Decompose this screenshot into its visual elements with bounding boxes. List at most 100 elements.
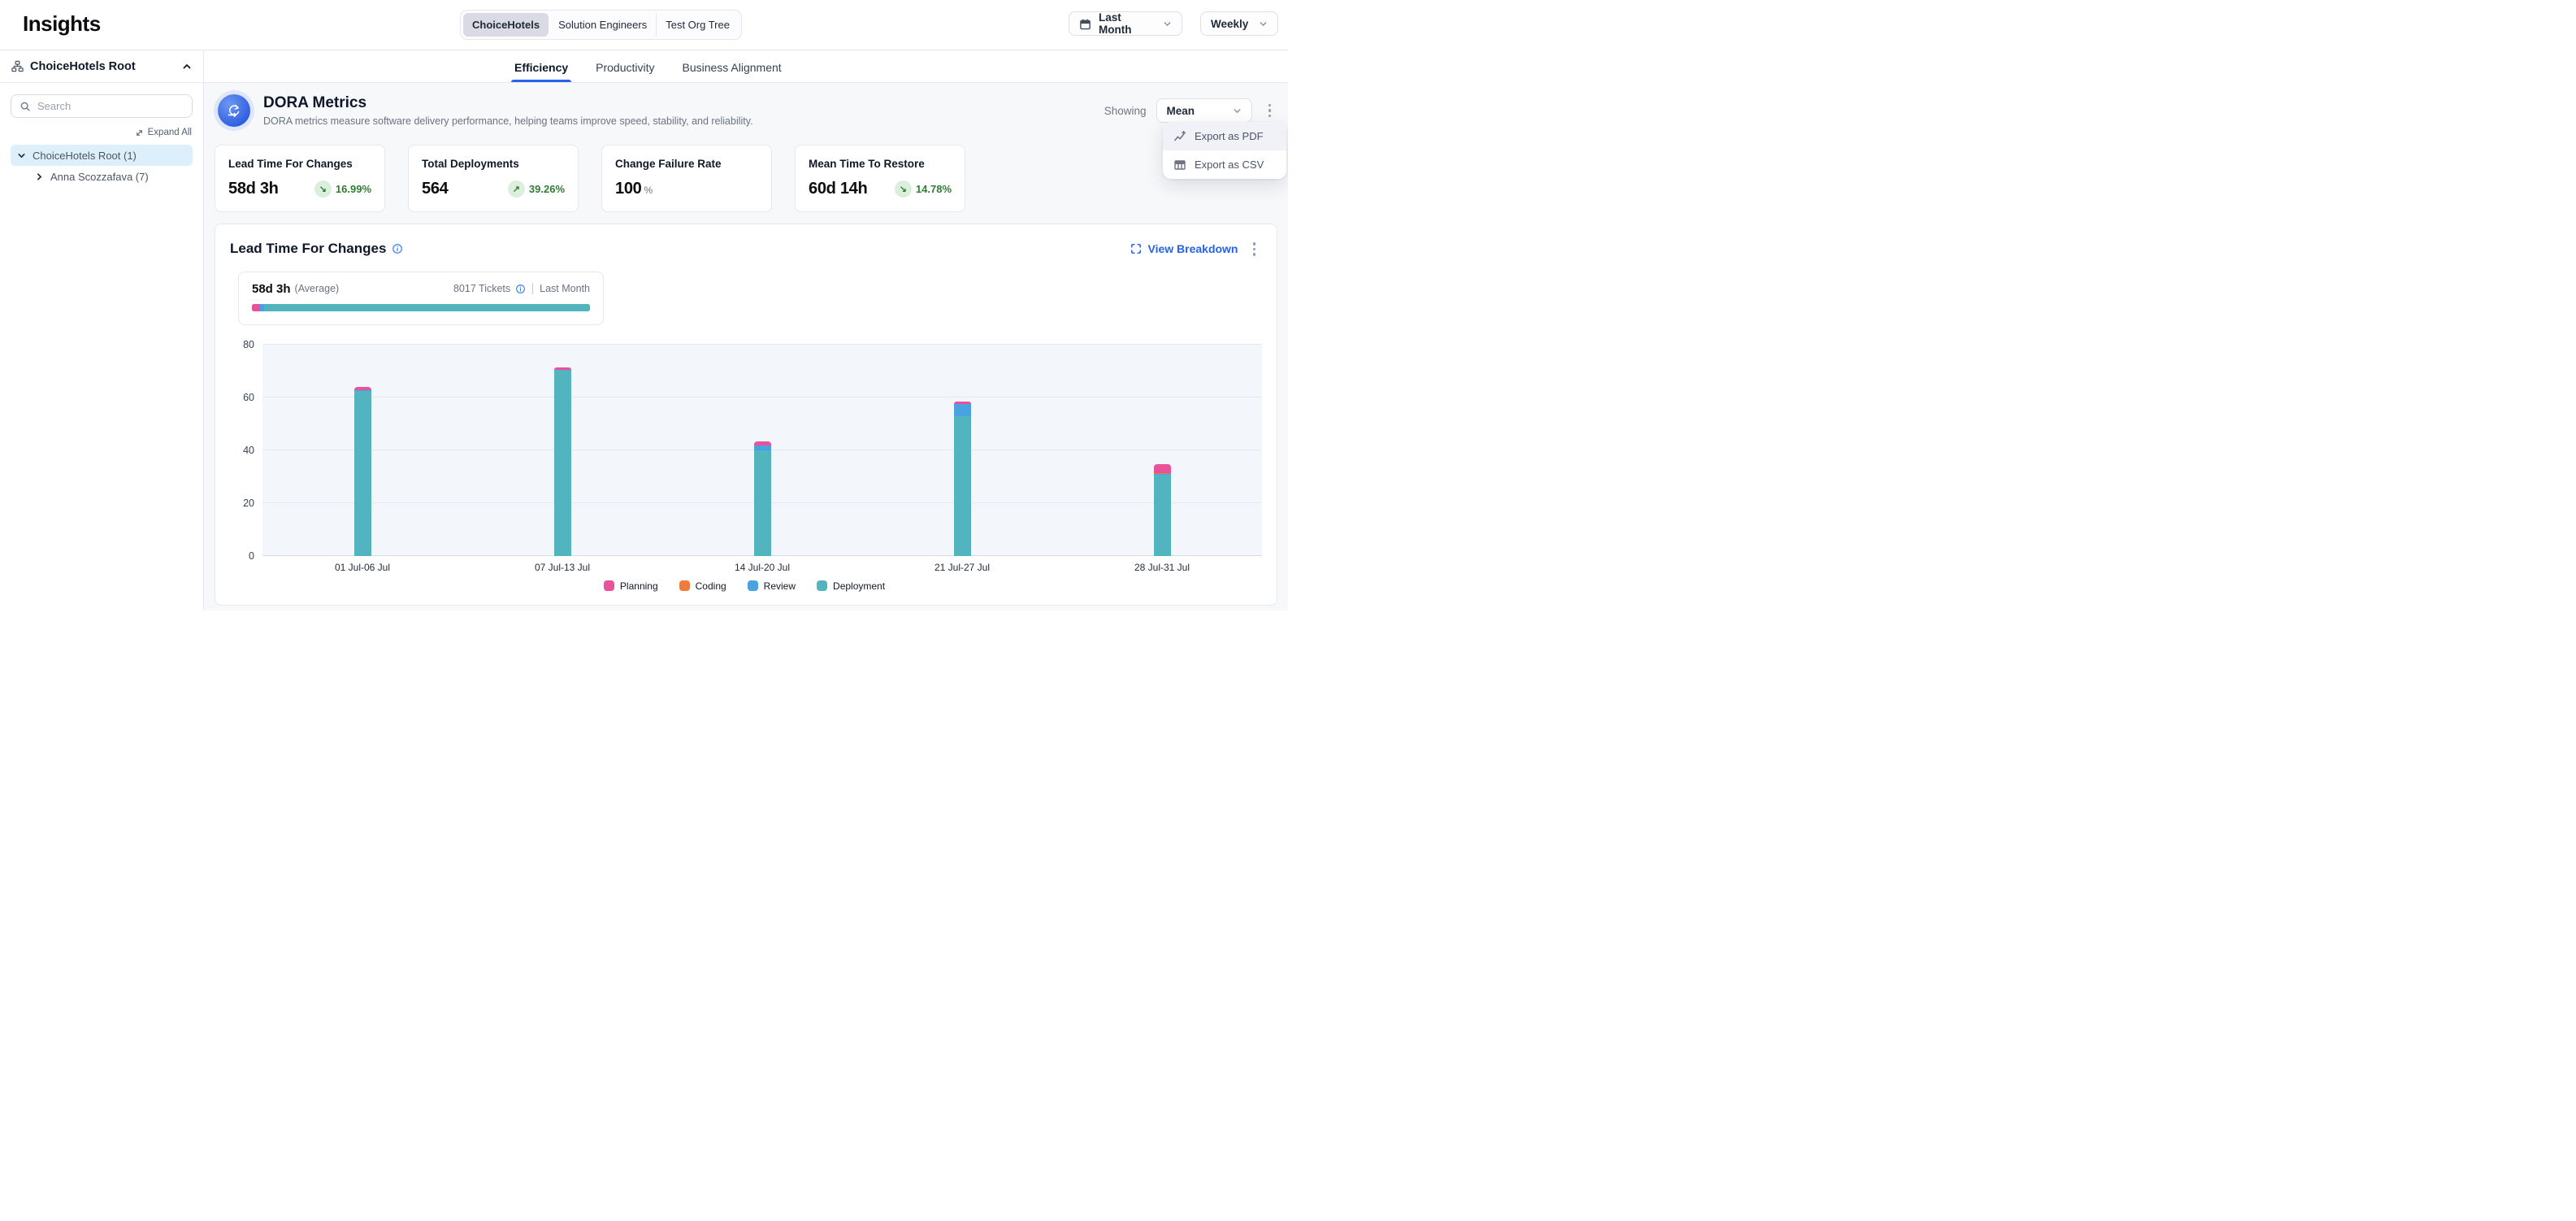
lead-time-summary-card: 58d 3h (Average) 8017 Tickets Last Month: [238, 272, 604, 325]
phase-progress-bar: [252, 304, 590, 311]
bar-segment-planning: [1154, 464, 1171, 473]
export-csv-menu-item[interactable]: Export as CSV: [1163, 150, 1286, 179]
legend-swatch: [604, 580, 614, 591]
dora-kebab-menu-button[interactable]: [1262, 99, 1278, 123]
trend-down-icon: ↘: [314, 180, 332, 198]
trend-badge: ↘ 16.99%: [314, 180, 371, 198]
org-tree-sidebar: ChoiceHotels Root Expand All: [0, 50, 204, 610]
bar-segment-review: [954, 404, 971, 416]
stacked-bar[interactable]: [754, 441, 771, 555]
legend-swatch: [817, 580, 827, 591]
tab-efficiency[interactable]: Efficiency: [514, 61, 568, 82]
chart-line-icon: [1173, 130, 1186, 143]
chevron-down-icon: [1163, 20, 1172, 28]
lead-time-chart: 020406080: [227, 345, 1262, 556]
progress-segment-planning: [252, 304, 260, 311]
dora-title: DORA Metrics: [263, 94, 753, 112]
sidebar-header: ChoiceHotels Root: [0, 50, 203, 83]
metric-card-lead-time: Lead Time For Changes 58d 3h ↘ 16.99%: [215, 145, 385, 212]
calendar-icon: [1079, 18, 1091, 30]
granularity-select[interactable]: Weekly: [1200, 11, 1278, 36]
collapse-sidebar-button[interactable]: [182, 62, 192, 72]
metric-value: 58d 3h: [228, 180, 279, 198]
bar-segment-deployment: [754, 450, 771, 556]
main-area: Efficiency Productivity Business Alignme…: [204, 50, 1288, 610]
expand-corners-icon: [1130, 243, 1142, 254]
trend-badge: ↘ 14.78%: [895, 180, 952, 198]
org-tab-choicehotels[interactable]: ChoiceHotels: [463, 13, 549, 37]
tree-search: [11, 94, 193, 118]
x-axis-labels: 01 Jul-06 Jul07 Jul-13 Jul14 Jul-20 Jul2…: [262, 556, 1262, 573]
metric-card-mean-time-to-restore: Mean Time To Restore 60d 14h ↘ 14.78%: [795, 145, 965, 212]
period-select[interactable]: Last Month: [1069, 11, 1182, 36]
top-bar: Insights ChoiceHotels Solution Engineers…: [0, 0, 1288, 50]
chevron-down-icon: [1233, 106, 1242, 115]
org-tree: ChoiceHotels Root (1) Anna Scozzafava (7…: [0, 145, 203, 187]
view-breakdown-button[interactable]: View Breakdown: [1130, 242, 1238, 255]
x-tick-label: 01 Jul-06 Jul: [262, 562, 462, 573]
divider: [532, 283, 533, 294]
org-switcher: ChoiceHotels Solution Engineers Test Org…: [460, 10, 742, 40]
legend-item-deployment[interactable]: Deployment: [817, 580, 885, 592]
section-title: Lead Time For Changes: [230, 241, 403, 257]
chevron-down-icon: [1259, 20, 1268, 28]
x-tick-label: 21 Jul-27 Jul: [862, 562, 1062, 573]
bar-segment-deployment: [354, 391, 371, 555]
summary-value: 58d 3h: [252, 282, 291, 296]
info-icon[interactable]: [515, 284, 526, 294]
stacked-bar[interactable]: [1154, 464, 1171, 555]
org-tab-test-org-tree[interactable]: Test Org Tree: [656, 13, 739, 37]
metric-unit: %: [644, 185, 652, 196]
x-tick-label: 07 Jul-13 Jul: [462, 562, 662, 573]
chart-legend: Planning Coding Review Deployment: [227, 580, 1262, 592]
org-tab-solution-engineers[interactable]: Solution Engineers: [549, 13, 656, 37]
export-menu: Export as PDF Export as CSV: [1163, 122, 1286, 179]
stacked-bar[interactable]: [954, 402, 971, 555]
dora-cycle-icon: [218, 94, 250, 127]
metric-value: 564: [422, 180, 448, 198]
stacked-bar[interactable]: [554, 367, 571, 556]
legend-item-coding[interactable]: Coding: [679, 580, 726, 592]
legend-swatch: [679, 580, 690, 591]
tree-item-root[interactable]: ChoiceHotels Root (1): [11, 145, 193, 166]
dora-controls: Showing Mean: [1104, 98, 1277, 123]
progress-segment-deployment: [264, 304, 590, 311]
plot-area: [262, 345, 1262, 556]
metric-card-total-deployments: Total Deployments 564 ↗ 39.26%: [408, 145, 579, 212]
legend-item-review[interactable]: Review: [748, 580, 796, 592]
info-icon[interactable]: [392, 243, 403, 254]
tab-business-alignment[interactable]: Business Alignment: [683, 61, 782, 82]
bar-segment-deployment: [954, 416, 971, 556]
dora-header: DORA Metrics DORA metrics measure softwa…: [215, 93, 1277, 128]
summary-qualifier: (Average): [295, 283, 340, 294]
tickets-count: 8017 Tickets: [453, 283, 510, 294]
topbar-controls: Last Month Weekly: [1069, 11, 1278, 36]
legend-item-planning[interactable]: Planning: [604, 580, 658, 592]
legend-swatch: [748, 580, 758, 591]
org-chart-icon: [11, 60, 24, 72]
summary-period: Last Month: [540, 283, 590, 294]
metric-value: 100%: [615, 180, 653, 198]
bar-segment-deployment: [1154, 475, 1171, 555]
aggregation-select[interactable]: Mean: [1156, 98, 1252, 123]
tree-item-anna-scozzafava[interactable]: Anna Scozzafava (7): [28, 166, 193, 187]
metric-cards: Lead Time For Changes 58d 3h ↘ 16.99% To…: [215, 145, 1277, 212]
x-tick-label: 28 Jul-31 Jul: [1062, 562, 1262, 573]
lead-time-section: Lead Time For Changes: [215, 224, 1277, 606]
tab-productivity[interactable]: Productivity: [596, 61, 654, 82]
dora-titles: DORA Metrics DORA metrics measure softwa…: [263, 94, 753, 127]
showing-label: Showing: [1104, 105, 1147, 117]
section-kebab-menu-button[interactable]: [1247, 237, 1263, 261]
export-pdf-menu-item[interactable]: Export as PDF: [1163, 122, 1286, 150]
efficiency-content: DORA Metrics DORA metrics measure softwa…: [204, 83, 1288, 610]
metric-value: 60d 14h: [809, 180, 867, 198]
table-icon: [1173, 159, 1186, 172]
stacked-bar[interactable]: [354, 387, 371, 555]
page-title: Insights: [23, 11, 101, 37]
bar-segment-deployment: [554, 370, 571, 555]
search-input[interactable]: [37, 100, 184, 112]
trend-down-icon: ↘: [895, 180, 912, 198]
expand-all-button[interactable]: Expand All: [0, 128, 203, 137]
sidebar-title: ChoiceHotels Root: [30, 60, 136, 73]
insights-page: Insights ChoiceHotels Solution Engineers…: [0, 0, 1288, 610]
